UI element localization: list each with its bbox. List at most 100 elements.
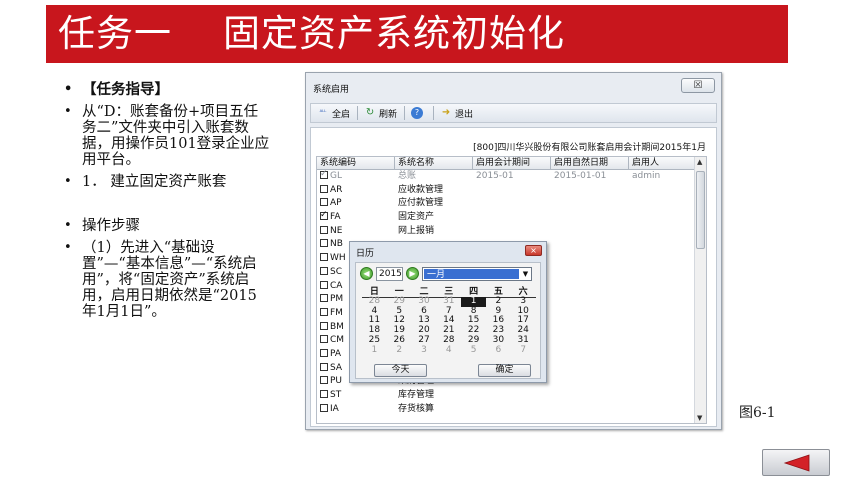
enable-user-cell xyxy=(629,197,695,211)
system-code-cell: GL xyxy=(317,170,395,184)
system-code: NE xyxy=(330,225,343,236)
help-button[interactable]: ? xyxy=(411,107,426,119)
enable-period-cell xyxy=(473,211,551,225)
enable-checkbox[interactable] xyxy=(320,198,328,207)
enable-checkbox[interactable] xyxy=(320,307,328,316)
exit-icon: ➜ xyxy=(441,107,451,118)
next-year-button[interactable]: ▶ xyxy=(406,267,419,280)
enable-checkbox[interactable] xyxy=(320,253,328,262)
system-code: PA xyxy=(330,348,342,359)
enable-user-cell xyxy=(629,362,695,376)
enable-checkbox[interactable] xyxy=(320,184,328,193)
window-close-button[interactable]: ☒ xyxy=(681,78,715,93)
table-row[interactable]: NE 网上报销 xyxy=(317,225,706,239)
ok-button[interactable]: 确定 xyxy=(478,364,531,377)
enable-checkbox[interactable] xyxy=(320,239,328,248)
select-all-label: 全启 xyxy=(332,109,351,120)
system-code: WH xyxy=(330,253,346,264)
enable-checkbox[interactable] xyxy=(320,225,328,234)
column-header[interactable]: 启用人 xyxy=(629,157,695,169)
select-all-button[interactable]: ᴬᴸᴸ 全启 xyxy=(317,107,350,120)
calendar-day[interactable]: 3 xyxy=(412,345,437,356)
enable-checkbox[interactable] xyxy=(320,321,328,330)
scroll-down-icon[interactable]: ▼ xyxy=(697,414,702,422)
enable-date-cell xyxy=(551,225,629,239)
prev-year-button[interactable]: ◀ xyxy=(360,267,373,280)
exit-button[interactable]: ➜ 退出 xyxy=(440,107,473,120)
calendar-day[interactable]: 5 xyxy=(461,345,486,356)
enable-checkbox[interactable] xyxy=(320,211,328,221)
enable-date-cell: 2015-01-01 xyxy=(554,171,607,181)
month-select[interactable]: 一月 ▼ xyxy=(422,266,532,281)
system-code-cell: AR xyxy=(317,184,395,198)
enable-checkbox[interactable] xyxy=(320,294,328,303)
system-code: AP xyxy=(330,198,342,209)
enable-date-cell xyxy=(551,184,629,198)
column-header[interactable]: 系统编码 xyxy=(317,157,395,169)
enable-checkbox[interactable] xyxy=(320,170,328,180)
enable-period-cell xyxy=(473,225,551,239)
bullet-item: 操作步骤 xyxy=(64,218,270,234)
enable-user-cell xyxy=(629,293,695,307)
system-code: ST xyxy=(330,390,342,400)
table-row[interactable]: AP 应付款管理 xyxy=(317,197,706,211)
calendar-day[interactable]: 1 xyxy=(362,345,387,356)
scroll-up-icon[interactable]: ▲ xyxy=(697,158,702,166)
system-name-cell: 库存管理 xyxy=(398,390,435,400)
system-code: PM xyxy=(330,294,344,305)
enable-date-cell xyxy=(551,362,629,376)
enable-checkbox[interactable] xyxy=(320,266,328,275)
enable-user-cell xyxy=(629,334,695,348)
enable-user-cell xyxy=(629,238,695,252)
enable-user-cell: admin xyxy=(632,171,661,181)
column-header[interactable]: 启用会计期间 xyxy=(473,157,551,169)
enable-checkbox[interactable] xyxy=(320,376,328,385)
column-header[interactable]: 系统名称 xyxy=(395,157,473,169)
enable-date-cell xyxy=(551,252,629,266)
enable-checkbox[interactable] xyxy=(320,390,328,398)
table-row[interactable]: FA 固定资产 xyxy=(317,211,706,225)
system-code-cell: NE xyxy=(317,225,395,239)
calendar-body: ◀ 2015 ▶ 一月 ▼ 日一二三四五六 28 29 30 31 1 2 3 4 5 6 7 8 9 10… xyxy=(355,262,541,379)
refresh-button[interactable]: ↻ 刷新 xyxy=(364,107,397,120)
grid-header: 系统编码 系统名称 启用会计期间 启用自然日期 启用人 xyxy=(317,157,706,170)
enable-date-cell xyxy=(551,266,629,280)
enable-date-cell xyxy=(551,321,629,335)
calendar-week: 1234567 xyxy=(362,345,536,356)
enable-user-cell xyxy=(629,321,695,335)
back-arrow-icon xyxy=(783,454,810,472)
table-row[interactable]: GL 总账 2015-01 2015-01-01 admin xyxy=(317,170,706,184)
system-code: BM xyxy=(330,321,344,332)
table-row[interactable]: IA 存货核算 xyxy=(317,403,706,417)
calendar-day[interactable]: 4 xyxy=(436,345,461,356)
vertical-scrollbar[interactable]: ▲ ▼ xyxy=(694,157,706,423)
enable-checkbox[interactable] xyxy=(320,348,328,357)
enable-period-cell: 2015-01 xyxy=(476,171,514,181)
enable-date-cell xyxy=(551,334,629,348)
enable-checkbox[interactable] xyxy=(320,403,328,412)
enable-user-cell xyxy=(629,211,695,225)
today-button[interactable]: 今天 xyxy=(374,364,427,377)
calendar-day[interactable]: 6 xyxy=(486,345,511,356)
calendar-nav: ◀ 2015 ▶ 一月 ▼ xyxy=(360,266,532,281)
system-name-cell: 应收款管理 xyxy=(398,184,444,195)
back-button[interactable] xyxy=(762,449,830,476)
system-code: PU xyxy=(330,376,343,387)
calendar-day[interactable]: 2 xyxy=(387,345,412,356)
table-row[interactable]: AR 应收款管理 xyxy=(317,184,706,198)
scroll-thumb[interactable] xyxy=(696,171,705,249)
enable-checkbox[interactable] xyxy=(320,362,328,371)
enable-user-cell xyxy=(629,266,695,280)
calendar-close-button[interactable]: × xyxy=(525,245,542,256)
bullet-item: （1）先进入“基础设置”—“基本信息”—“系统启用”，将“固定资产”系统启用，启… xyxy=(64,240,270,320)
enable-checkbox[interactable] xyxy=(320,280,328,289)
column-header[interactable]: 启用自然日期 xyxy=(551,157,629,169)
enable-date-cell xyxy=(551,375,629,389)
enable-checkbox[interactable] xyxy=(320,335,328,344)
select-all-icon: ᴬᴸᴸ xyxy=(319,109,327,116)
calendar-day[interactable]: 7 xyxy=(511,345,536,356)
enable-date-cell xyxy=(551,197,629,211)
chevron-down-icon[interactable]: ▼ xyxy=(520,268,531,280)
table-row[interactable]: ST 库存管理 xyxy=(317,389,706,403)
year-field[interactable]: 2015 xyxy=(376,266,403,281)
